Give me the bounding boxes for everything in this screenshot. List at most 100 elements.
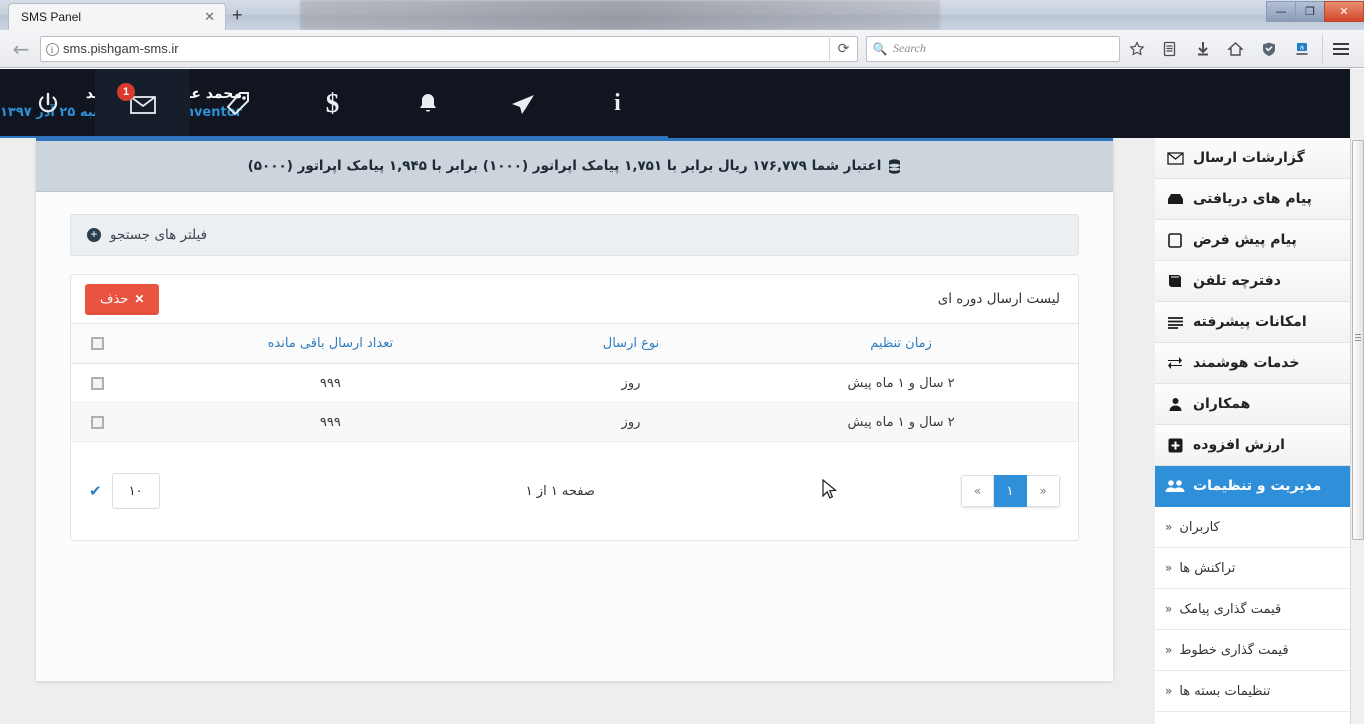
cell-select (71, 363, 123, 403)
bell-icon[interactable] (380, 69, 475, 138)
search-icon: 🔍 (872, 41, 888, 56)
sidebar-subitem-users[interactable]: کاربران « (1155, 507, 1350, 548)
restore-button[interactable]: ❐ (1295, 1, 1324, 22)
table-body: ۲ سال و ۱ ماه پیش روز ۹۹۹ ۲ سال و ۱ ماه … (71, 363, 1078, 442)
close-tab-icon[interactable]: ✕ (204, 10, 215, 25)
sidebar-item-label: پیام پیش فرض (1193, 232, 1297, 248)
search-filters-toggle[interactable]: فیلتر های جستجو + (70, 214, 1079, 256)
cell-time: ۲ سال و ۱ ماه پیش (724, 402, 1078, 442)
pagination-buttons: « ۱ » (961, 475, 1060, 507)
sidebar-item-inbox[interactable]: پیام های دریافتی (1155, 179, 1350, 220)
minimize-button[interactable]: — (1266, 1, 1295, 22)
sidebar-subitem-transactions[interactable]: تراکنش ها « (1155, 548, 1350, 589)
credit-text: اعتبار شما ۱۷۶,۷۷۹ ریال برابر با ۱,۷۵۱ پ… (247, 158, 882, 174)
note-icon (1165, 232, 1185, 248)
page-number-button[interactable]: ۱ (994, 475, 1027, 507)
home-icon[interactable] (1219, 34, 1252, 64)
browser-tab[interactable]: SMS Panel ✕ (8, 3, 226, 30)
sidebar-item-reports[interactable]: گزارشات ارسال (1155, 138, 1350, 179)
table-row[interactable]: ۲ سال و ۱ ماه پیش روز ۹۹۹ (71, 363, 1078, 403)
close-icon: ✕ (134, 292, 145, 306)
sidebar-item-label: مدیریت و تنظیمات (1193, 478, 1322, 494)
cell-type: روز (537, 402, 725, 442)
pagination-bar: « ۱ » صفحه ۱ از ۱ ✔ (71, 442, 1078, 540)
sidebar-subitem-package-settings[interactable]: تنظیمات بسته ها « (1155, 671, 1350, 712)
send-icon[interactable] (475, 69, 570, 138)
sidebar: گزارشات ارسال پیام های دریافتی پیام پیش … (1155, 138, 1350, 724)
page-scrollbar[interactable] (1350, 138, 1364, 724)
site-info-icon[interactable]: i (41, 42, 63, 56)
periodic-send-table: زمان تنظیم نوع ارسال تعداد ارسال باقی ما… (71, 323, 1078, 442)
row-checkbox[interactable] (90, 415, 104, 429)
reload-icon[interactable]: ⟳ (829, 35, 857, 62)
shield-icon[interactable] (1252, 34, 1285, 64)
download-icon[interactable] (1186, 34, 1219, 64)
list-icon (1165, 316, 1185, 329)
account-icon[interactable]: a (1285, 34, 1318, 64)
row-checkbox[interactable] (90, 376, 104, 390)
chevron-left-icon: « (1165, 602, 1173, 616)
table-head: زمان تنظیم نوع ارسال تعداد ارسال باقی ما… (71, 323, 1078, 364)
sidebar-subitem-line-pricing[interactable]: قیمت گذاری خطوط « (1155, 630, 1350, 671)
sidebar-item-label: پیام های دریافتی (1193, 191, 1312, 207)
card-header: لیست ارسال دوره ای ✕ حذف (71, 275, 1078, 323)
library-icon[interactable] (1153, 34, 1186, 64)
next-page-button[interactable]: » (1027, 475, 1060, 507)
power-icon[interactable] (0, 69, 95, 138)
column-header-select-all (71, 323, 123, 364)
new-tab-button[interactable]: + (232, 6, 243, 24)
cell-remaining: ۹۹۹ (123, 402, 538, 442)
sidebar-item-smart-services[interactable]: خدمات هوشمند (1155, 343, 1350, 384)
sidebar-item-label: دفترچه تلفن (1193, 273, 1281, 289)
sidebar-item-phonebook[interactable]: دفترچه تلفن (1155, 261, 1350, 302)
sidebar-item-advanced[interactable]: امکانات پیشرفته (1155, 302, 1350, 343)
browser-window: SMS Panel ✕ + — ❐ ✕ ← i sms.pishgam-sms.… (0, 0, 1364, 724)
column-header-type[interactable]: نوع ارسال (537, 323, 725, 364)
select-all-checkbox[interactable] (90, 337, 104, 350)
sidebar-item-default-message[interactable]: پیام پیش فرض (1155, 220, 1350, 261)
sidebar-item-label: همکاران (1193, 396, 1251, 412)
search-bar[interactable]: 🔍 Search (866, 35, 1120, 62)
mail-icon[interactable]: 1 (95, 69, 190, 138)
dollar-icon[interactable]: $ (285, 69, 380, 138)
credit-bar: اعتبار شما ۱۷۶,۷۷۹ ریال برابر با ۱,۷۵۱ پ… (36, 141, 1113, 192)
table-row[interactable]: ۲ سال و ۱ ماه پیش روز ۹۹۹ (71, 402, 1078, 442)
scrollbar-grip-icon (1355, 334, 1361, 341)
dollar-glyph: $ (325, 88, 340, 118)
delete-button[interactable]: ✕ حذف (85, 283, 160, 315)
column-header-time[interactable]: زمان تنظیم (724, 323, 1078, 364)
bookmark-star-icon[interactable] (1120, 34, 1153, 64)
tab-title: SMS Panel (21, 10, 82, 24)
back-button[interactable]: ← (6, 34, 36, 64)
content-inner: فیلتر های جستجو + لیست ارسال دوره ای ✕ ح… (36, 192, 1113, 563)
chevron-left-icon: « (1165, 520, 1173, 534)
tag-icon[interactable] (190, 69, 285, 138)
exchange-icon (1165, 356, 1185, 370)
toolbar-icons: a (1120, 33, 1358, 64)
page-info-text: صفحه ۱ از ۱ (525, 483, 595, 499)
sidebar-item-partners[interactable]: همکاران (1155, 384, 1350, 425)
sidebar-item-management-settings[interactable]: مدیریت و تنظیمات (1155, 466, 1350, 507)
sidebar-item-value-added[interactable]: ارزش افزوده (1155, 425, 1350, 466)
column-header-remaining[interactable]: تعداد ارسال باقی مانده (123, 323, 538, 364)
info-icon[interactable]: i (570, 69, 665, 138)
card-title: لیست ارسال دوره ای (937, 291, 1060, 307)
per-page-input[interactable] (111, 473, 160, 509)
sidebar-item-label: ارزش افزوده (1193, 437, 1285, 453)
envelope-icon (1165, 151, 1185, 165)
app-nav-icons: 1 $ i (0, 69, 668, 138)
hamburger-menu-icon[interactable] (1322, 33, 1358, 64)
close-window-button[interactable]: ✕ (1324, 1, 1364, 22)
address-bar[interactable]: i sms.pishgam-sms.ir ⟳ (40, 35, 858, 62)
plus-square-icon (1165, 438, 1185, 453)
svg-text:a: a (1300, 44, 1304, 51)
title-bar: SMS Panel ✕ + — ❐ ✕ (0, 0, 1364, 30)
periodic-send-list-card: لیست ارسال دوره ای ✕ حذف زمان تنظیم نوع … (70, 274, 1079, 541)
chevron-left-icon: « (1165, 561, 1173, 575)
cell-time: ۲ سال و ۱ ماه پیش (724, 363, 1078, 403)
search-placeholder: Search (893, 41, 926, 55)
prev-page-button[interactable]: « (961, 475, 994, 507)
sidebar-subitem-sms-pricing[interactable]: قیمت گذاری پیامک « (1155, 589, 1350, 630)
cell-select (71, 402, 123, 442)
confirm-check-icon[interactable]: ✔ (89, 482, 102, 500)
